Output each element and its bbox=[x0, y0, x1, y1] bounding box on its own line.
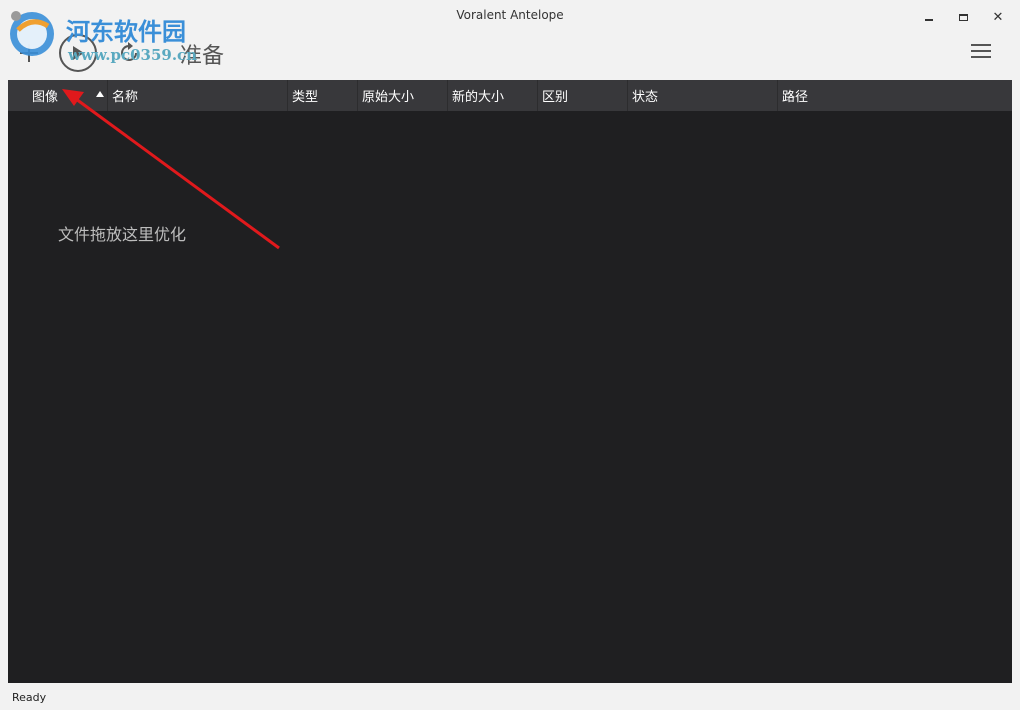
maximize-button[interactable] bbox=[948, 4, 978, 30]
column-header-name[interactable]: 名称 bbox=[108, 80, 288, 111]
column-label: 类型 bbox=[292, 90, 319, 105]
column-label: 路径 bbox=[782, 90, 809, 105]
watermark-site-url: www.pc0359.cn bbox=[68, 46, 198, 64]
column-label: 状态 bbox=[632, 90, 659, 105]
column-label: 新的大小 bbox=[452, 90, 505, 105]
app-window: Voralent Antelope ✕ 准备 河东软件园 www.pc0359.… bbox=[0, 0, 1020, 710]
column-label: 区别 bbox=[542, 90, 569, 105]
maximize-icon bbox=[958, 13, 968, 21]
menu-line bbox=[971, 44, 991, 46]
sort-ascending-icon bbox=[96, 91, 104, 97]
menu-line bbox=[971, 56, 991, 58]
minimize-button[interactable] bbox=[914, 4, 944, 30]
column-header-status[interactable]: 状态 bbox=[628, 80, 778, 111]
status-text: Ready bbox=[12, 690, 47, 704]
column-header-original-size[interactable]: 原始大小 bbox=[358, 80, 448, 111]
table-header: 图像 名称 类型 原始大小 新的大小 区别 状态 路径 bbox=[8, 80, 1012, 111]
watermark-site-name: 河东软件园 bbox=[66, 17, 186, 46]
file-list-panel[interactable]: 图像 名称 类型 原始大小 新的大小 区别 状态 路径 文件拖放这里优化 bbox=[8, 80, 1012, 683]
status-bar: Ready bbox=[0, 684, 1020, 710]
watermark-logo-icon bbox=[10, 11, 54, 56]
column-header-type[interactable]: 类型 bbox=[288, 80, 358, 111]
column-header-difference[interactable]: 区别 bbox=[538, 80, 628, 111]
close-button[interactable]: ✕ bbox=[983, 4, 1013, 30]
column-label: 名称 bbox=[112, 90, 139, 105]
column-header-new-size[interactable]: 新的大小 bbox=[448, 80, 538, 111]
menu-line bbox=[971, 50, 991, 52]
drop-files-hint: 文件拖放这里优化 bbox=[58, 225, 187, 244]
column-label: 图像 bbox=[32, 90, 59, 105]
column-header-path[interactable]: 路径 bbox=[778, 80, 1012, 111]
column-label: 原始大小 bbox=[362, 90, 415, 105]
hamburger-menu-button[interactable] bbox=[970, 42, 992, 60]
close-icon: ✕ bbox=[992, 9, 1004, 25]
minimize-icon bbox=[925, 19, 933, 21]
